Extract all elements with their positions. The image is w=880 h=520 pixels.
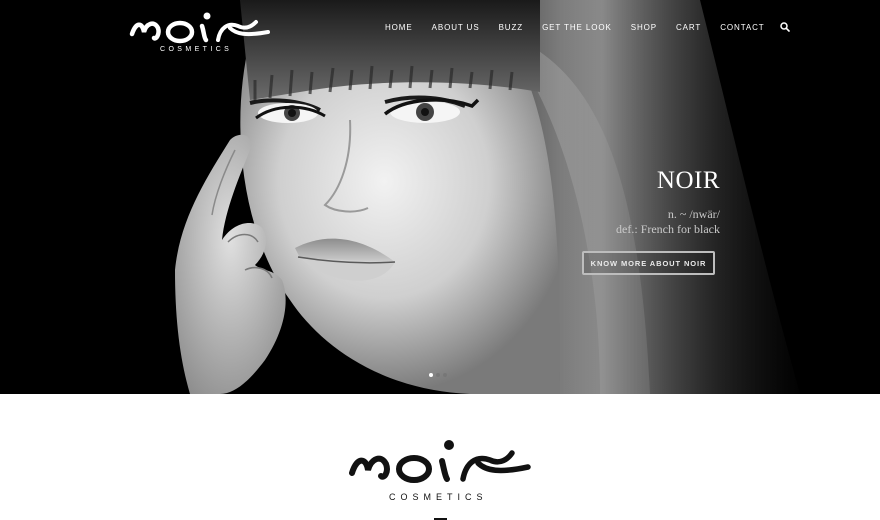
hero-model-photo	[0, 0, 880, 394]
header-logo[interactable]: COSMETICS	[128, 6, 273, 54]
section-logo-subtitle: COSMETICS	[389, 492, 488, 502]
hero-definition: def.: French for black	[616, 222, 720, 236]
slider-pagination	[429, 373, 450, 377]
nav-cart[interactable]: CART	[676, 23, 701, 32]
nav-home[interactable]: HOME	[385, 23, 413, 32]
hero-title: NOIR	[656, 167, 720, 194]
nav-shop[interactable]: SHOP	[631, 23, 657, 32]
slider-dot-1[interactable]	[429, 373, 433, 377]
search-icon[interactable]	[779, 22, 790, 32]
hero-pronunciation: n. ~ /nwär/	[667, 207, 720, 221]
hero-slider: COSMETICS HOME ABOUT US BUZZ GET THE LOO…	[0, 0, 880, 394]
nav-buzz[interactable]: BUZZ	[499, 23, 524, 32]
section-logo: COSMETICS	[349, 440, 531, 502]
slider-dot-2[interactable]	[436, 373, 440, 377]
main-nav: HOME ABOUT US BUZZ GET THE LOOK SHOP CAR…	[385, 22, 790, 32]
nav-contact[interactable]: CONTACT	[720, 23, 764, 32]
nav-get-the-look[interactable]: GET THE LOOK	[542, 23, 612, 32]
slider-dot-3[interactable]	[443, 373, 447, 377]
know-more-button[interactable]: KNOW MORE ABOUT NOIR	[582, 251, 715, 275]
nav-about-us[interactable]: ABOUT US	[432, 23, 480, 32]
header-logo-subtitle: COSMETICS	[160, 46, 232, 53]
